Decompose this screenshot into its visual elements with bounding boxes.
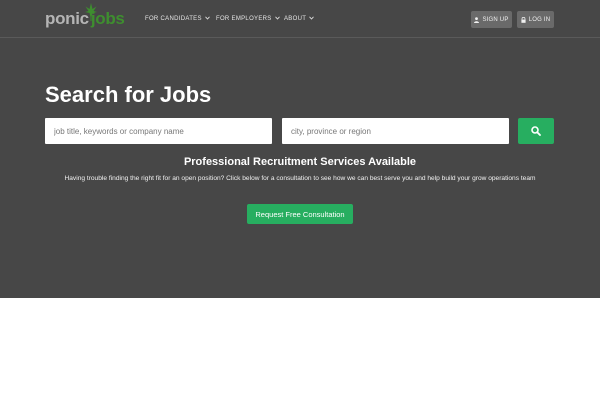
cannabis-leaf-icon [85,3,97,21]
search-icon [531,126,541,136]
lock-icon [521,16,526,23]
top-navbar: ponic jobs FOR CANDIDATES FOR EMPLOYERS … [0,0,600,38]
log-in-button[interactable]: LOG IN [517,11,554,28]
nav-item-label: FOR CANDIDATES [145,16,202,22]
chevron-down-icon [309,16,314,22]
services-heading: Professional Recruitment Services Availa… [183,156,417,168]
nav-item-about[interactable]: ABOUT [284,0,314,38]
location-search-input[interactable] [282,118,509,144]
request-consultation-button[interactable]: Request Free Consultation [247,204,353,224]
nav-item-label: FOR EMPLOYERS [216,16,272,22]
page-title: Search for Jobs [45,82,212,107]
nav-item-for-candidates[interactable]: FOR CANDIDATES [145,0,210,38]
hero-section [0,0,600,298]
brand-logo[interactable]: ponic jobs [45,3,125,32]
search-button[interactable] [518,118,554,144]
nav-item-label: ABOUT [284,16,307,22]
sign-up-label: SIGN UP [482,16,509,23]
services-description: Having trouble finding the right fit for… [64,175,536,182]
user-icon [474,16,480,23]
brand-name-part1: ponic [45,9,89,28]
nav-item-for-employers[interactable]: FOR EMPLOYERS [216,0,280,38]
chevron-down-icon [274,16,280,22]
sign-up-button[interactable]: SIGN UP [471,11,512,28]
keyword-search-input[interactable] [45,118,272,144]
chevron-down-icon [204,16,210,22]
log-in-label: LOG IN [528,16,551,23]
